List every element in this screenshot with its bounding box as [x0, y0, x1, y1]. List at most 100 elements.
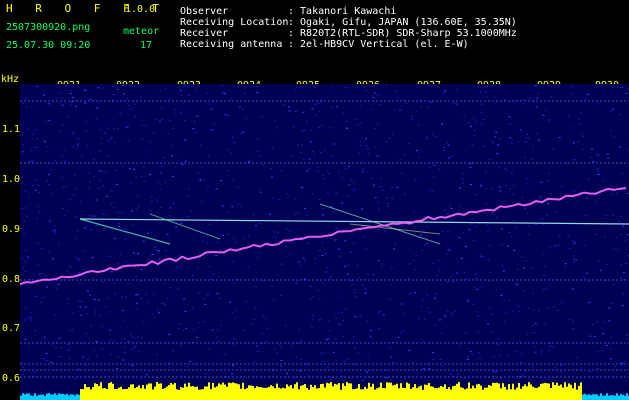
level-bar — [230, 383, 232, 400]
level-bar — [518, 383, 520, 400]
noise-speck — [368, 153, 370, 155]
noise-speck — [48, 281, 51, 283]
level-bar — [582, 394, 584, 400]
level-bar — [508, 384, 510, 400]
noise-speck — [46, 286, 48, 288]
noise-speck — [537, 93, 540, 95]
noise-speck — [256, 138, 259, 140]
noise-speck — [604, 236, 607, 238]
level-bar — [460, 387, 462, 400]
level-bar — [588, 394, 590, 400]
noise-speck — [295, 283, 298, 285]
noise-speck — [274, 236, 277, 238]
level-bar — [138, 385, 140, 400]
noise-speck — [378, 312, 381, 314]
noise-speck — [179, 112, 182, 114]
noise-speck — [471, 144, 474, 146]
noise-speck — [37, 191, 40, 193]
noise-speck — [125, 98, 128, 100]
noise-speck — [540, 353, 543, 355]
noise-speck — [42, 273, 44, 275]
noise-speck — [356, 264, 359, 266]
noise-speck — [273, 299, 276, 301]
noise-speck — [345, 167, 348, 169]
noise-speck — [529, 97, 532, 99]
noise-speck — [516, 284, 519, 286]
level-bar — [444, 384, 446, 400]
noise-speck — [403, 154, 406, 156]
noise-speck — [192, 128, 195, 129]
noise-speck — [148, 174, 151, 176]
noise-speck — [283, 165, 286, 167]
noise-speck — [461, 173, 464, 174]
level-bar — [442, 386, 444, 400]
noise-speck — [195, 89, 198, 91]
noise-speck — [415, 110, 418, 112]
noise-speck — [183, 84, 186, 86]
noise-speck — [367, 354, 370, 356]
noise-speck — [422, 368, 425, 370]
noise-speck — [48, 174, 50, 176]
noise-speck — [598, 84, 601, 86]
noise-speck — [69, 273, 72, 274]
level-bar — [366, 388, 368, 400]
noise-speck — [140, 269, 143, 271]
noise-speck — [385, 377, 388, 379]
noise-speck — [131, 364, 133, 366]
noise-speck — [511, 172, 514, 174]
noise-speck — [86, 290, 89, 292]
noise-speck — [464, 245, 467, 247]
noise-speck — [323, 360, 326, 362]
level-bar — [192, 386, 194, 400]
level-bar — [236, 383, 238, 400]
noise-speck — [78, 272, 81, 274]
level-bar — [194, 387, 196, 400]
noise-speck — [527, 307, 530, 309]
level-bar — [280, 388, 282, 400]
noise-speck — [105, 171, 108, 173]
noise-speck — [67, 298, 70, 300]
level-bar — [502, 383, 504, 400]
noise-speck — [109, 329, 112, 331]
noise-speck — [230, 98, 233, 100]
noise-speck — [276, 127, 279, 129]
noise-speck — [227, 234, 229, 235]
noise-speck — [37, 242, 40, 244]
noise-speck — [179, 344, 182, 346]
level-bar — [368, 382, 370, 400]
noise-speck — [85, 333, 88, 335]
noise-speck — [104, 227, 106, 229]
noise-speck — [524, 260, 527, 262]
level-bar — [574, 382, 576, 400]
noise-speck — [422, 300, 425, 302]
level-bar — [256, 386, 258, 400]
noise-speck — [376, 123, 379, 124]
noise-speck — [124, 346, 127, 348]
noise-speck — [88, 186, 91, 188]
noise-speck — [580, 133, 583, 135]
level-bar — [324, 387, 326, 400]
noise-speck — [57, 242, 60, 244]
noise-speck — [577, 118, 580, 120]
level-bar — [50, 394, 52, 400]
noise-speck — [593, 336, 596, 338]
noise-speck — [526, 213, 529, 214]
noise-speck — [542, 223, 545, 225]
noise-speck — [71, 132, 74, 134]
level-bar — [388, 382, 390, 400]
noise-speck — [231, 312, 234, 314]
noise-speck — [101, 87, 104, 89]
noise-speck — [23, 233, 25, 235]
level-bar — [288, 386, 290, 400]
noise-speck — [90, 228, 93, 230]
noise-speck — [131, 224, 134, 226]
level-bar — [416, 388, 418, 400]
noise-speck — [505, 169, 508, 171]
level-bar — [424, 384, 426, 400]
noise-speck — [457, 210, 460, 212]
noise-speck — [578, 124, 581, 126]
noise-speck — [174, 113, 177, 115]
noise-speck — [233, 238, 236, 240]
noise-speck — [78, 282, 81, 284]
noise-speck — [286, 373, 289, 374]
